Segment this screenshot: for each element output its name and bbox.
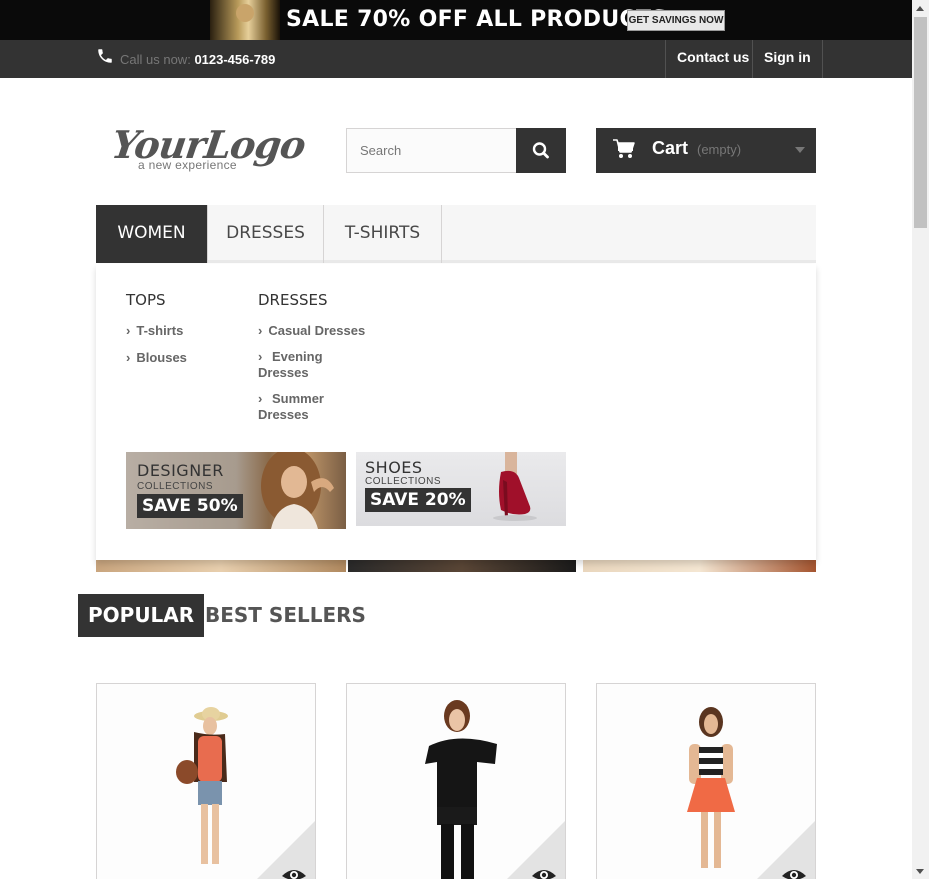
dropdown-link-evening-dresses[interactable]: › Evening Dresses (258, 349, 338, 381)
phone-number: 0123-456-789 (194, 52, 276, 67)
chevron-right-icon: › (258, 323, 263, 338)
promo-headline: SALE 70% OFF ALL PRODUCTS (286, 7, 668, 32)
product-card-3[interactable] (596, 683, 816, 879)
search-icon (532, 142, 549, 159)
cart-status: (empty) (697, 142, 742, 157)
link-label: Blouses (136, 350, 187, 365)
shoes-collections-banner[interactable]: SHOES COLLECTIONS SAVE 20% (356, 452, 566, 526)
phone-icon (98, 49, 112, 63)
contact-us-link[interactable]: Contact us (665, 40, 760, 78)
eye-icon[interactable] (281, 867, 307, 879)
promo-model-image (210, 0, 280, 40)
banner-title: DESIGNER (137, 461, 224, 480)
link-label: Summer Dresses (258, 391, 324, 422)
top-nav-bar: Call us now: 0123-456-789 Contact us Sig… (0, 40, 912, 78)
menu-item-tshirts[interactable]: T-SHIRTS (324, 205, 442, 263)
page-scrollbar[interactable] (912, 0, 929, 879)
caret-down-icon (795, 147, 805, 153)
sign-in-link[interactable]: Sign in (752, 40, 823, 78)
link-label: T-shirts (136, 323, 184, 338)
site-logo[interactable]: YourLogo a new experience (109, 122, 308, 174)
cart-button[interactable]: Cart (empty) (596, 128, 816, 173)
scroll-thumb[interactable] (914, 17, 927, 228)
search-button[interactable] (516, 128, 566, 173)
dropdown-heading-tops[interactable]: TOPS (126, 291, 166, 309)
cart-icon (613, 139, 635, 158)
red-heel-shoe-image (493, 452, 537, 521)
eye-icon[interactable] (531, 867, 557, 879)
dropdown-link-casual-dresses[interactable]: › Casual Dresses (258, 323, 365, 339)
chevron-right-icon: › (126, 350, 131, 365)
chevron-right-icon: › (258, 391, 263, 406)
menu-item-women[interactable]: WOMEN (96, 205, 208, 263)
dropdown-link-tshirts[interactable]: › T-shirts (126, 323, 183, 339)
chevron-right-icon: › (258, 349, 263, 364)
eye-icon[interactable] (781, 867, 807, 879)
menu-item-dresses[interactable]: DRESSES (208, 205, 324, 263)
product-card-1[interactable] (96, 683, 316, 879)
banner-save-badge: SAVE 50% (137, 494, 243, 518)
logo-tagline: a new experience (138, 158, 237, 172)
scroll-down-arrow[interactable] (916, 869, 924, 874)
call-us-text: Call us now: 0123-456-789 (120, 52, 275, 67)
promo-banner[interactable]: SALE 70% OFF ALL PRODUCTS GET SAVINGS NO… (0, 0, 912, 40)
search-input[interactable] (346, 128, 517, 173)
link-label: Evening Dresses (258, 349, 323, 380)
model-woman-image (261, 452, 334, 529)
product-card-2[interactable] (346, 683, 566, 879)
link-label: Casual Dresses (268, 323, 366, 338)
get-savings-button[interactable]: GET SAVINGS NOW (627, 10, 725, 31)
call-us-label: Call us now: (120, 52, 191, 67)
dropdown-link-blouses[interactable]: › Blouses (126, 350, 187, 366)
chevron-right-icon: › (126, 323, 131, 338)
main-menu: WOMEN DRESSES T-SHIRTS (96, 205, 816, 263)
banner-title: SHOES (365, 458, 423, 477)
banner-subtitle: COLLECTIONS (137, 481, 214, 492)
designer-collections-banner[interactable]: DESIGNER COLLECTIONS SAVE 50% (126, 452, 346, 529)
banner-subtitle: COLLECTIONS (365, 476, 442, 487)
tab-best-sellers[interactable]: BEST SELLERS (195, 594, 376, 637)
scroll-up-arrow[interactable] (916, 6, 924, 11)
cart-label: Cart (652, 138, 689, 158)
tab-popular[interactable]: POPULAR (78, 594, 205, 637)
dropdown-heading-dresses[interactable]: DRESSES (258, 291, 328, 309)
women-dropdown: TOPS › T-shirts › Blouses DRESSES › Casual … (96, 264, 816, 560)
dropdown-link-summer-dresses[interactable]: › Summer Dresses (258, 391, 338, 423)
banner-save-badge: SAVE 20% (365, 488, 471, 512)
